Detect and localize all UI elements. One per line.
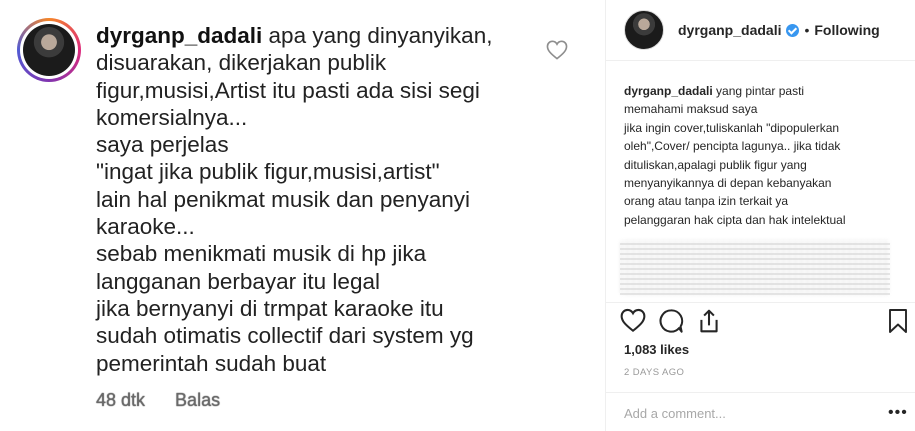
comment-line: sebab menikmati musik di hp jika xyxy=(96,241,427,267)
comment-line: pemerintah sudah buat xyxy=(96,350,327,376)
comment-line: disuarakan, dikerjakan publik xyxy=(96,50,387,76)
likes-count[interactable]: 1,083 likes xyxy=(624,342,689,357)
caption-line: oleh",Cover/ pencipta lagunya.. jika tid… xyxy=(624,139,841,154)
blurred-region-overlay xyxy=(620,240,890,295)
caption-line: menyanyikannya di depan kebanyakan xyxy=(624,176,832,191)
post-time-ago: 2 DAYS AGO xyxy=(624,367,685,378)
comment-line: langganan berbayar itu legal xyxy=(96,268,380,294)
caption-line: yang pintar pasti xyxy=(712,84,805,98)
caption-line: memahami maksud saya xyxy=(624,102,758,117)
post-avatar[interactable] xyxy=(624,10,664,50)
comment-text: dyrganp_dadali apa yang dinyanyikan, dis… xyxy=(96,22,536,377)
comment-meta: 48 dtk Balas xyxy=(96,390,220,411)
reply-link[interactable]: Balas xyxy=(175,390,220,411)
comment-line: sudah otimatis collectif dari system yg xyxy=(96,323,474,349)
comment-line: jika bernyanyi di trmpat karaoke itu xyxy=(96,295,444,321)
comment-username[interactable]: dyrganp_dadali xyxy=(96,23,262,48)
post-username[interactable]: dyrganp_dadali xyxy=(678,22,781,38)
actions-divider xyxy=(606,302,915,303)
heart-outline-icon[interactable] xyxy=(546,40,568,60)
comment-bubble-icon[interactable] xyxy=(658,308,684,334)
comment-line: lain hal penikmat musik dan penyanyi xyxy=(96,186,470,212)
comment-time: 48 dtk xyxy=(96,390,146,410)
more-options-icon[interactable]: ••• xyxy=(888,404,908,422)
comment-line: "ingat jika publik figur,musisi,artist" xyxy=(96,159,440,185)
verified-badge-icon xyxy=(786,23,800,37)
action-bar xyxy=(620,308,910,336)
comment-divider xyxy=(606,392,915,393)
caption-line: dituliskan,apalagi publik figur yang xyxy=(624,157,807,172)
caption-line: pelanggaran hak cipta dan hak intelektua… xyxy=(624,212,846,227)
add-comment-input[interactable]: Add a comment... xyxy=(624,406,726,421)
bookmark-icon[interactable] xyxy=(886,308,910,334)
following-button[interactable]: Following xyxy=(814,22,879,38)
header-divider xyxy=(606,60,915,61)
caption-line: orang atau tanpa izin terkait ya xyxy=(624,194,789,209)
comment-line: apa yang dinyanyikan, xyxy=(262,23,493,48)
comment-line: komersialnya... xyxy=(96,104,248,130)
caption-username[interactable]: dyrganp_dadali xyxy=(624,84,713,98)
comment-line: karaoke... xyxy=(96,214,195,240)
comment-screenshot: dyrganp_dadali apa yang dinyanyikan, dis… xyxy=(0,0,605,431)
share-icon[interactable] xyxy=(696,308,722,334)
post-header: dyrganp_dadali • Following xyxy=(606,0,915,60)
caption-line: jika ingin cover,tuliskanlah "dipopulerk… xyxy=(624,120,840,135)
comment-avatar[interactable] xyxy=(17,18,81,82)
post-panel: dyrganp_dadali • Following dyrganp_dadal… xyxy=(605,0,915,431)
comment-line: saya perjelas xyxy=(96,132,229,158)
avatar-photo xyxy=(23,24,75,76)
comment-line: figur,musisi,Artist itu pasti ada sisi s… xyxy=(96,77,480,103)
heart-icon[interactable] xyxy=(620,308,646,334)
header-separator: • xyxy=(804,22,810,38)
post-caption: dyrganp_dadali yang pintar pasti memaham… xyxy=(624,82,904,229)
